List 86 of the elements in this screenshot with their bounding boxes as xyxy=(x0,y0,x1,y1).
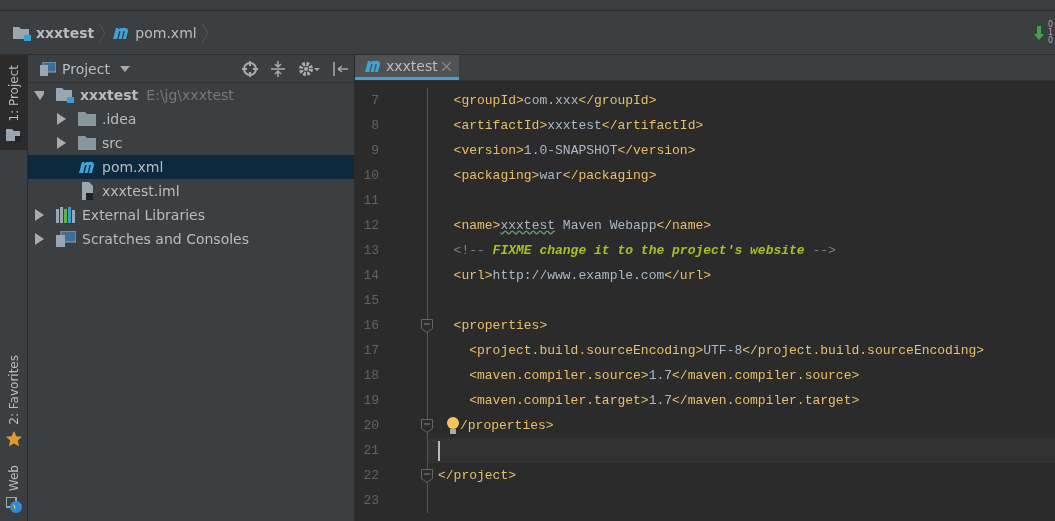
code-line: <version>1.0-SNAPSHOT</version> xyxy=(452,143,696,158)
tree-item[interactable]: xxxtest.iml xyxy=(28,179,354,203)
folder-icon xyxy=(78,136,96,150)
line-number: 16 xyxy=(362,318,379,333)
line-number: 10 xyxy=(362,168,379,183)
panel-title[interactable]: Project xyxy=(62,60,110,77)
line-number: 9 xyxy=(370,143,379,158)
line-number: 18 xyxy=(362,368,379,383)
lightbulb-icon[interactable] xyxy=(446,416,460,435)
tree-item-label: .idea xyxy=(102,111,137,127)
code-line: <packaging>war</packaging> xyxy=(452,168,657,183)
tree-item[interactable]: xxxtest E:\jg\xxxtest xyxy=(28,83,354,107)
fold-icon[interactable] xyxy=(421,469,433,483)
collapsed-arrow-icon[interactable] xyxy=(34,233,44,245)
tree-item-label: xxxtest.iml xyxy=(102,183,180,199)
code-line: <url>http://www.example.com</url> xyxy=(452,268,712,283)
code-line: <properties> xyxy=(452,318,548,333)
editor-tab[interactable]: xxxtest xyxy=(355,55,459,80)
line-number: 23 xyxy=(362,493,379,508)
libraries-icon xyxy=(56,207,76,223)
tree-item[interactable]: src xyxy=(28,131,354,155)
breadcrumb-item[interactable]: xxxtest xyxy=(36,24,95,41)
tree-item-label: src xyxy=(102,135,123,151)
tree-item-label: xxxtest xyxy=(80,87,139,103)
code-line: </project> xyxy=(438,468,516,483)
code-line: <artifactId>xxxtest</artifactId> xyxy=(452,118,704,133)
collapsed-arrow-icon[interactable] xyxy=(34,209,44,221)
code-line: /properties> xyxy=(460,418,554,433)
star-icon xyxy=(5,430,22,447)
maven-icon xyxy=(112,25,131,40)
collapsed-arrow-icon[interactable] xyxy=(56,137,66,149)
dropdown-icon[interactable] xyxy=(119,65,130,72)
tool-window-tab[interactable]: 2: Favorites xyxy=(0,345,27,455)
line-number: 13 xyxy=(362,243,379,258)
code-line: <maven.compiler.target>1.7</maven.compiler.target> xyxy=(468,393,860,408)
line-number: 15 xyxy=(362,293,379,308)
settings-icon[interactable] xyxy=(298,60,320,77)
panel-icon xyxy=(40,61,56,76)
line-number: 17 xyxy=(362,343,379,358)
chevron-icon xyxy=(200,21,209,44)
line-number: 7 xyxy=(370,93,379,108)
line-number: 14 xyxy=(362,268,379,283)
code-line: <name>xxxtest Maven Webapp</name> xyxy=(452,218,712,233)
code-line: <!-- FIXME change it to the project's website --> xyxy=(452,243,836,258)
tree-item[interactable]: Scratches and Consoles xyxy=(28,227,354,251)
path-hint: E:\jg\xxxtest xyxy=(146,87,234,103)
tree-item-label: External Libraries xyxy=(82,207,205,223)
fold-icon[interactable] xyxy=(421,419,433,433)
hide-icon[interactable] xyxy=(332,60,348,77)
breadcrumb-item[interactable]: pom.xml xyxy=(135,24,197,41)
change-count: 0 xyxy=(1047,20,1053,29)
collapsed-arrow-icon[interactable] xyxy=(56,113,66,125)
tool-window-tab[interactable]: Web xyxy=(0,454,27,521)
tool-window-tab[interactable]: 1: Project xyxy=(0,55,27,150)
code-line: <groupId>com.xxx</groupId> xyxy=(452,93,657,108)
line-number: 12 xyxy=(362,218,379,233)
text-caret xyxy=(438,440,440,461)
collapse-icon[interactable] xyxy=(270,60,286,77)
locate-icon[interactable] xyxy=(242,60,258,77)
tree-item-label: pom.xml xyxy=(102,159,164,175)
tree-item[interactable]: .idea xyxy=(28,107,354,131)
line-number: 8 xyxy=(370,118,379,133)
expanded-arrow-icon[interactable] xyxy=(34,89,44,101)
folder-icon xyxy=(56,87,74,103)
folder-icon xyxy=(5,127,22,142)
folder-icon xyxy=(78,112,96,126)
line-number: 20 xyxy=(362,418,379,433)
line-number: 21 xyxy=(362,443,379,458)
fold-icon[interactable] xyxy=(421,319,433,333)
line-number: 11 xyxy=(362,193,379,208)
maven-icon xyxy=(78,160,96,174)
tree-item[interactable]: External Libraries xyxy=(28,203,354,227)
folder-icon xyxy=(13,24,31,41)
chevron-icon xyxy=(98,21,107,44)
globe-icon xyxy=(5,497,22,513)
code-line: <project.build.sourceEncoding>UTF-8</project.build.sourceEncoding> xyxy=(468,343,985,358)
console-icon xyxy=(56,231,76,247)
down-arrow-icon[interactable] xyxy=(1033,25,1044,40)
change-count: 0 xyxy=(1047,36,1053,45)
maven-icon xyxy=(364,59,382,73)
line-number: 22 xyxy=(362,468,379,483)
tree-item[interactable]: pom.xml xyxy=(28,155,354,179)
line-number: 19 xyxy=(362,393,379,408)
change-count: 1 xyxy=(1047,28,1053,37)
tree-item-label: Scratches and Consoles xyxy=(82,231,249,247)
code-line: <maven.compiler.source>1.7</maven.compiler.source> xyxy=(468,368,860,383)
